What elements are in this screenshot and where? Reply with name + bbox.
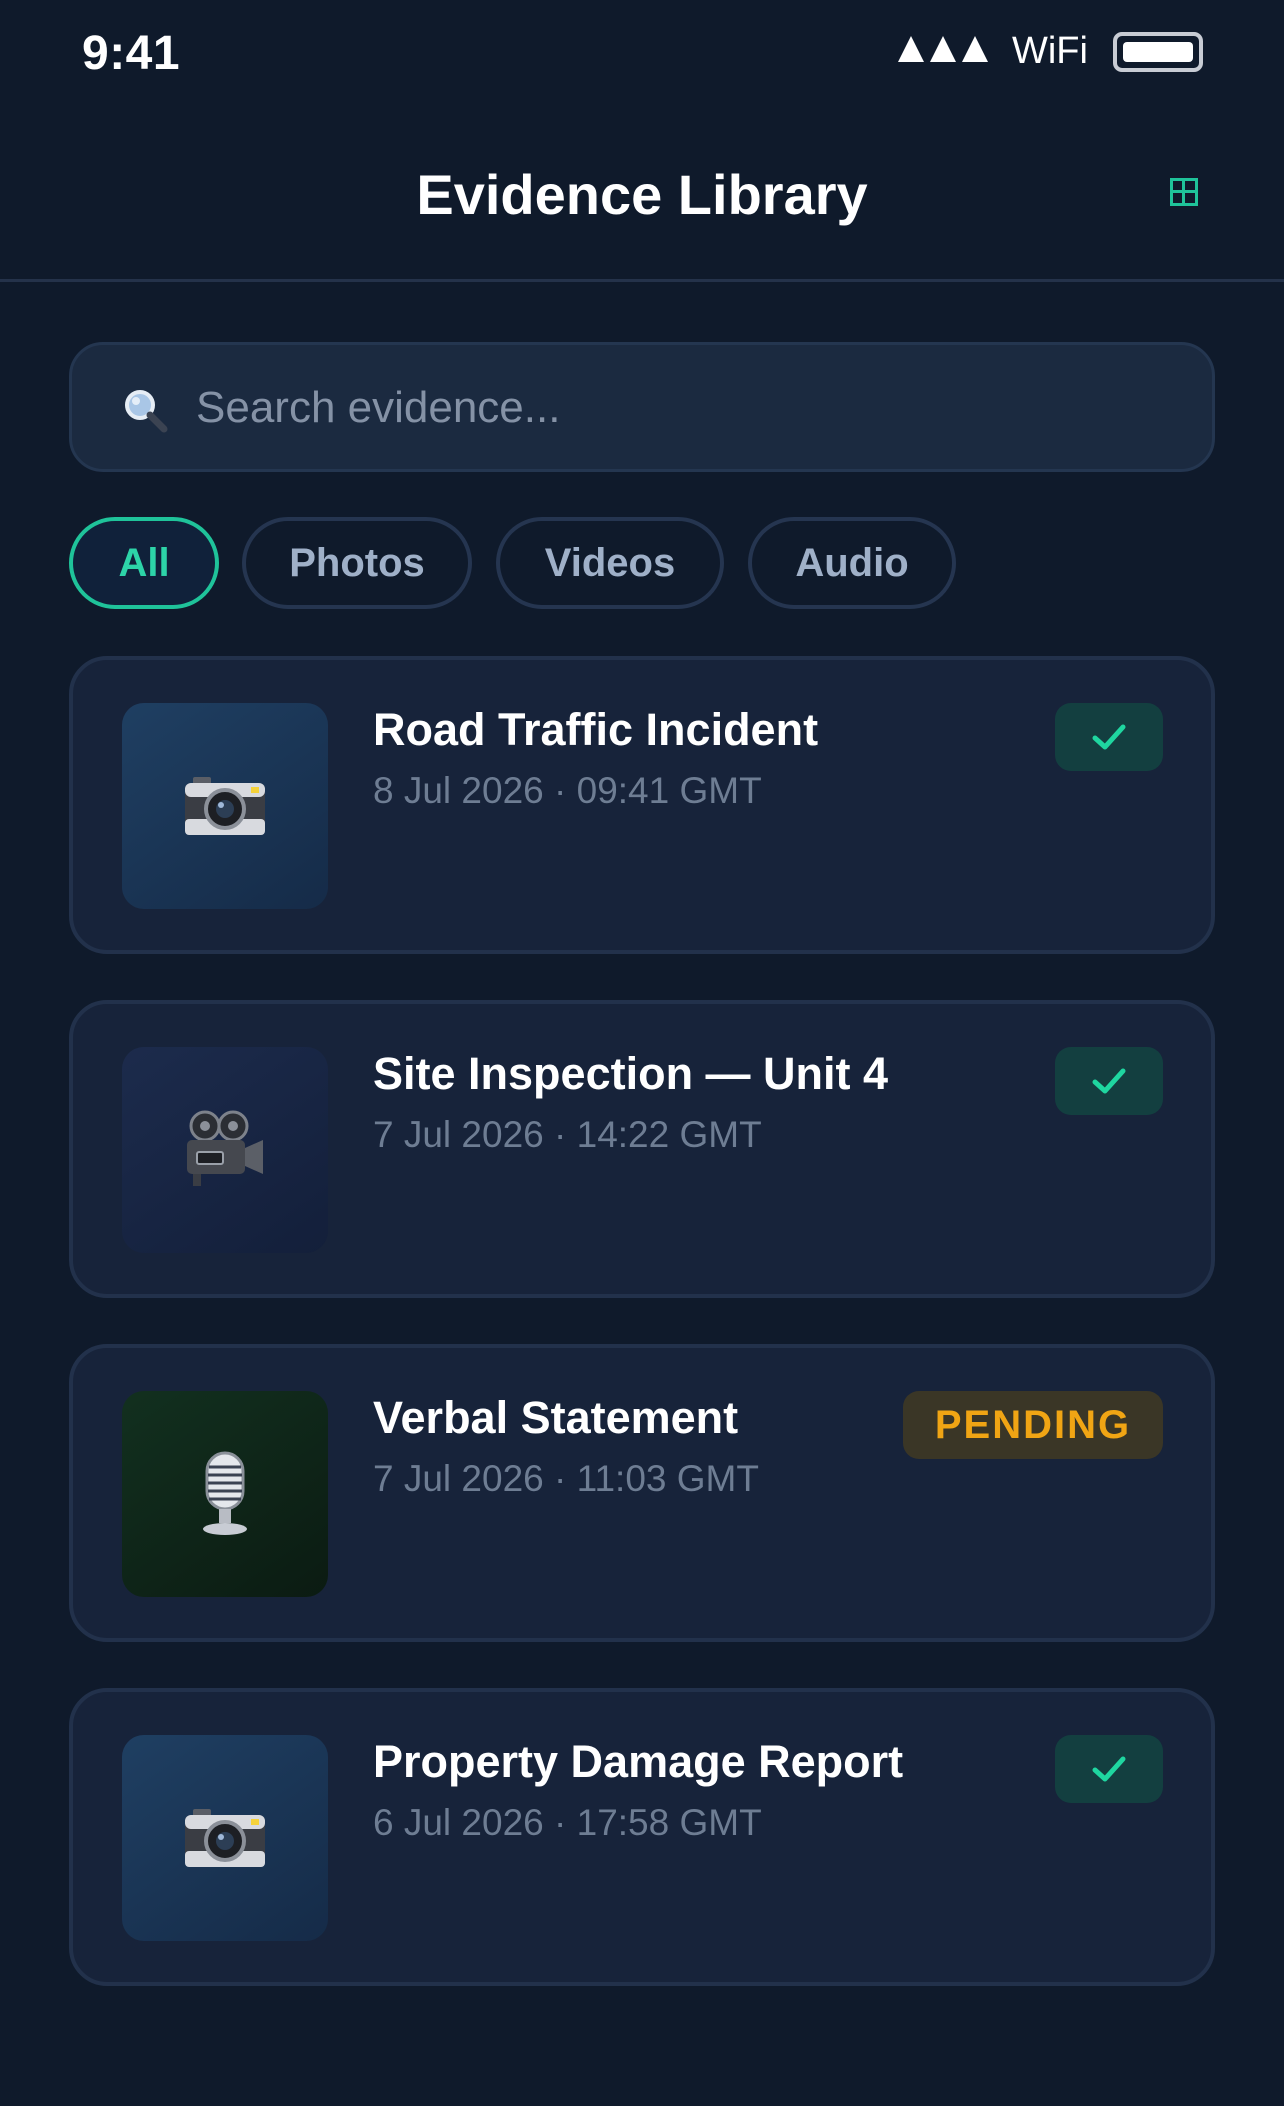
camera-icon bbox=[185, 777, 265, 835]
check-icon bbox=[1092, 724, 1126, 750]
evidence-title: Road Traffic Incident bbox=[373, 704, 819, 755]
evidence-thumbnail bbox=[122, 1391, 328, 1597]
status-time: 9:41 bbox=[82, 27, 181, 80]
signal-icon bbox=[898, 36, 988, 62]
search-bar[interactable] bbox=[69, 342, 1215, 472]
camera-icon bbox=[185, 1809, 265, 1867]
tab-photos[interactable]: Photos bbox=[242, 517, 472, 609]
tab-videos[interactable]: Videos bbox=[496, 517, 724, 609]
evidence-title: Verbal Statement bbox=[373, 1392, 739, 1443]
evidence-thumbnail bbox=[122, 1047, 328, 1253]
screen: 9:41 WiFi Evidence Library All Photos Vi… bbox=[0, 0, 1284, 2106]
evidence-date: 7 Jul 2026 · 11:03 GMT bbox=[373, 1458, 759, 1499]
evidence-date: 6 Jul 2026 · 17:58 GMT bbox=[373, 1802, 762, 1843]
evidence-date: 8 Jul 2026 · 09:41 GMT bbox=[373, 770, 762, 811]
verified-badge bbox=[1055, 1735, 1163, 1803]
search-input[interactable] bbox=[196, 375, 1156, 441]
check-icon bbox=[1092, 1756, 1126, 1782]
battery-icon bbox=[1113, 32, 1203, 72]
evidence-card[interactable]: Property Damage Report 6 Jul 2026 · 17:5… bbox=[69, 1688, 1215, 1986]
evidence-card[interactable]: Site Inspection — Unit 4 7 Jul 2026 · 14… bbox=[69, 1000, 1215, 1298]
tab-all[interactable]: All bbox=[69, 517, 219, 609]
header: Evidence Library bbox=[0, 104, 1284, 282]
verified-badge bbox=[1055, 703, 1163, 771]
grid-view-icon[interactable] bbox=[1170, 178, 1198, 206]
video-camera-icon bbox=[187, 1110, 263, 1186]
check-icon bbox=[1092, 1068, 1126, 1094]
pending-badge: PENDING bbox=[903, 1391, 1163, 1459]
evidence-card[interactable]: Verbal Statement 7 Jul 2026 · 11:03 GMT … bbox=[69, 1344, 1215, 1642]
tab-audio[interactable]: Audio bbox=[748, 517, 956, 609]
search-icon bbox=[125, 390, 168, 433]
verified-badge bbox=[1055, 1047, 1163, 1115]
evidence-thumbnail bbox=[122, 703, 328, 909]
evidence-date: 7 Jul 2026 · 14:22 GMT bbox=[373, 1114, 762, 1155]
page-title: Evidence Library bbox=[416, 163, 868, 226]
wifi-label: WiFi bbox=[1012, 30, 1088, 72]
microphone-icon bbox=[203, 1451, 247, 1535]
evidence-title: Site Inspection — Unit 4 bbox=[373, 1048, 889, 1099]
evidence-thumbnail bbox=[122, 1735, 328, 1941]
status-bar: 9:41 WiFi bbox=[0, 0, 1284, 104]
evidence-card[interactable]: Road Traffic Incident 8 Jul 2026 · 09:41… bbox=[69, 656, 1215, 954]
evidence-title: Property Damage Report bbox=[373, 1736, 904, 1787]
